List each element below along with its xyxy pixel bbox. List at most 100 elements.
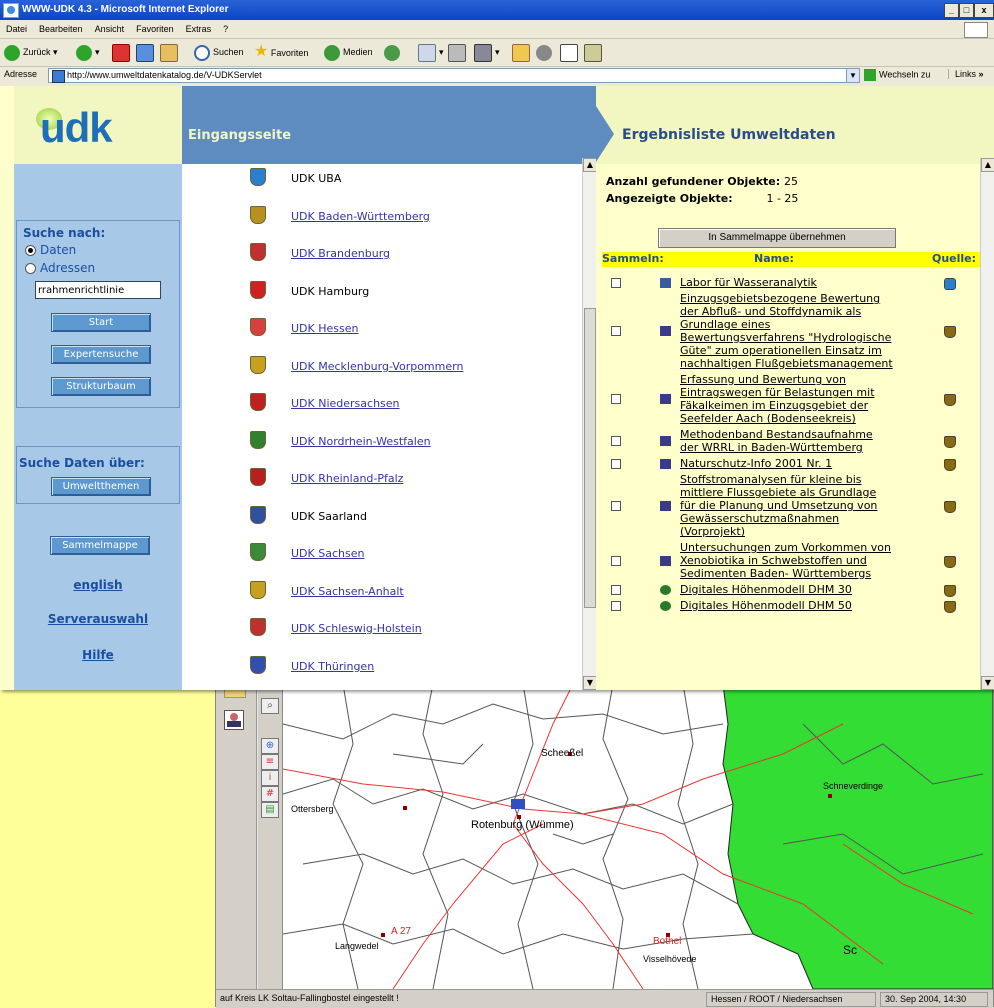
catalog-item-label[interactable]: UDK Niedersachsen — [291, 397, 400, 410]
history-button[interactable] — [384, 42, 403, 62]
info-icon[interactable]: i — [261, 770, 279, 786]
menu-item-file[interactable]: Datei — [6, 24, 27, 34]
catalog-item-label[interactable]: UDK Hessen — [291, 322, 358, 335]
go-button[interactable]: Wechseln zu — [864, 69, 930, 81]
catalog-item-label[interactable]: UDK Thüringen — [291, 660, 374, 673]
result-row: Einzugsgebietsbezogene Bewertung der Abfl… — [602, 292, 980, 370]
discuss-button[interactable] — [584, 42, 605, 62]
research-button[interactable] — [560, 42, 581, 62]
print-button[interactable] — [448, 42, 469, 62]
result-link-line: Sedimenten Baden- Württembergs — [680, 567, 872, 580]
stop-button[interactable] — [112, 42, 133, 62]
map-canvas[interactable]: Scheeßel Rotenburg (Wümme) Ottersberg Sc… — [283, 684, 993, 989]
document-icon — [660, 500, 671, 511]
forward-button[interactable]: ▾ — [76, 42, 100, 62]
pan-icon[interactable]: ⊕ — [261, 738, 279, 754]
server-selection-link[interactable]: Serverauswahl — [14, 612, 182, 626]
collect-checkbox[interactable] — [611, 500, 621, 511]
catalog-item[interactable]: UDK Sachsen — [182, 543, 582, 581]
result-link-line: Güte" zum operationellen Einsatz im — [680, 344, 882, 357]
catalog-item[interactable]: UDK Sachsen-Anhalt — [182, 580, 582, 619]
user-icon[interactable] — [224, 710, 244, 730]
zoom-icon[interactable]: ⌕ — [261, 698, 279, 714]
layer-icon[interactable]: ≡ — [261, 754, 279, 770]
maximize-icon[interactable]: □ — [959, 3, 974, 18]
legend-icon[interactable]: ▤ — [261, 802, 279, 818]
catalog-item[interactable]: UDK Brandenburg — [182, 243, 582, 281]
radio-data[interactable]: Daten — [25, 243, 76, 257]
result-link[interactable]: Labor für Wasseranalytik — [680, 276, 926, 289]
menu-item-view[interactable]: Ansicht — [95, 24, 125, 34]
menu-item-help[interactable]: ? — [223, 24, 228, 34]
collect-checkbox[interactable] — [611, 458, 621, 469]
address-input[interactable]: http://www.umweltdatenkatalog.de/V-UDKSe… — [48, 68, 848, 83]
collect-checkbox[interactable] — [611, 600, 621, 611]
result-link[interactable]: Digitales Höhenmodell DHM 30 — [680, 583, 926, 596]
result-link[interactable]: Untersuchungen zum Vorkommen von Xenobiot… — [680, 541, 926, 580]
refresh-button[interactable] — [136, 42, 157, 62]
result-link[interactable]: Erfassung und Bewertung von Eintragswegen… — [680, 373, 926, 425]
catalog-item-label[interactable]: UDK Nordrhein-Westfalen — [291, 435, 431, 448]
result-link[interactable]: Methodenband Bestandsaufnahme der WRRL in… — [680, 428, 926, 454]
scroll-down-icon[interactable]: ▼ — [583, 676, 597, 690]
minimize-icon[interactable]: _ — [944, 3, 959, 18]
collect-checkbox[interactable] — [611, 326, 621, 336]
menu-item-tools[interactable]: Extras — [186, 24, 212, 34]
links-button[interactable]: Links » — [948, 69, 984, 79]
catalog-item[interactable]: UDK Thüringen — [182, 655, 582, 691]
collect-checkbox[interactable] — [611, 394, 621, 404]
catalog-item[interactable]: UDK Rheinland-Pfalz — [182, 468, 582, 506]
catalog-item[interactable]: UDK Mecklenburg-Vorpommern — [182, 355, 582, 394]
radio-addresses[interactable]: Adressen — [25, 261, 95, 275]
collect-checkbox[interactable] — [611, 584, 621, 595]
catalog-item[interactable]: UDK Niedersachsen — [182, 393, 582, 431]
menu-item-favorites[interactable]: Favoriten — [136, 24, 174, 34]
expert-search-button[interactable]: Expertensuche — [51, 345, 151, 364]
catalog-item[interactable]: UDK Baden-Württemberg — [182, 205, 582, 244]
environment-topics-button[interactable]: Umweltthemen — [51, 477, 151, 496]
result-link[interactable]: Einzugsgebietsbezogene Bewertung der Abfl… — [680, 292, 926, 370]
catalog-item-label[interactable]: UDK Baden-Württemberg — [291, 210, 430, 223]
catalog-item-label[interactable]: UDK Brandenburg — [291, 247, 390, 260]
catalog-item[interactable]: UDK Schleswig-Holstein — [182, 618, 582, 656]
start-button[interactable]: Start — [51, 313, 151, 332]
address-dropdown-icon[interactable]: ▼ — [846, 68, 860, 83]
scroll-down-icon[interactable]: ▼ — [981, 676, 994, 690]
close-icon[interactable]: x — [974, 3, 994, 18]
catalog-item-label[interactable]: UDK Rheinland-Pfalz — [291, 472, 403, 485]
scroll-thumb[interactable] — [584, 308, 596, 608]
catalog-item-label[interactable]: UDK Sachsen — [291, 547, 364, 560]
structure-tree-button[interactable]: Strukturbaum — [51, 377, 151, 396]
collect-checkbox[interactable] — [611, 436, 621, 446]
mail-button[interactable]: ▾ — [418, 42, 444, 62]
result-link[interactable]: Naturschutz-Info 2001 Nr. 1 — [680, 457, 926, 470]
home-button[interactable] — [160, 42, 181, 62]
result-link[interactable]: Digitales Höhenmodell DHM 50 — [680, 599, 926, 612]
catalog-item-label[interactable]: UDK Schleswig-Holstein — [291, 622, 422, 635]
favorites-button[interactable]: ★ Favoriten — [254, 42, 308, 62]
edit-button[interactable]: ▾ — [474, 42, 500, 62]
back-button[interactable]: Zurück ▾ — [4, 42, 58, 62]
result-link[interactable]: Stoffstromanalysen für kleine bis mittler… — [680, 473, 926, 538]
collection-folder-button[interactable]: Sammelmappe — [50, 536, 150, 555]
middle-scrollbar[interactable]: ▲ ▼ — [582, 158, 597, 690]
scroll-up-icon[interactable]: ▲ — [583, 158, 597, 172]
grid-icon[interactable]: # — [261, 786, 279, 802]
catalog-item[interactable]: UDK Nordrhein-Westfalen — [182, 430, 582, 469]
help-link[interactable]: Hilfe — [14, 648, 182, 662]
scroll-up-icon[interactable]: ▲ — [981, 158, 994, 172]
messenger-button[interactable] — [536, 42, 555, 62]
search-button[interactable]: Suchen — [194, 42, 244, 62]
collect-checkbox[interactable] — [611, 555, 621, 566]
folder-button[interactable] — [512, 42, 533, 62]
right-scrollbar[interactable]: ▲ ▼ — [980, 158, 994, 690]
search-input[interactable] — [35, 281, 161, 299]
catalog-item-label[interactable]: UDK Mecklenburg-Vorpommern — [291, 360, 463, 373]
english-link[interactable]: english — [14, 578, 182, 592]
catalog-item-label[interactable]: UDK Sachsen-Anhalt — [291, 585, 404, 598]
menu-item-edit[interactable]: Bearbeiten — [39, 24, 83, 34]
collect-checkbox[interactable] — [611, 277, 621, 288]
media-button[interactable]: Medien — [324, 42, 373, 62]
title-bar[interactable]: WWW-UDK 4.3 - Microsoft Internet Explore… — [0, 0, 994, 20]
catalog-item[interactable]: UDK Hessen — [182, 318, 582, 356]
